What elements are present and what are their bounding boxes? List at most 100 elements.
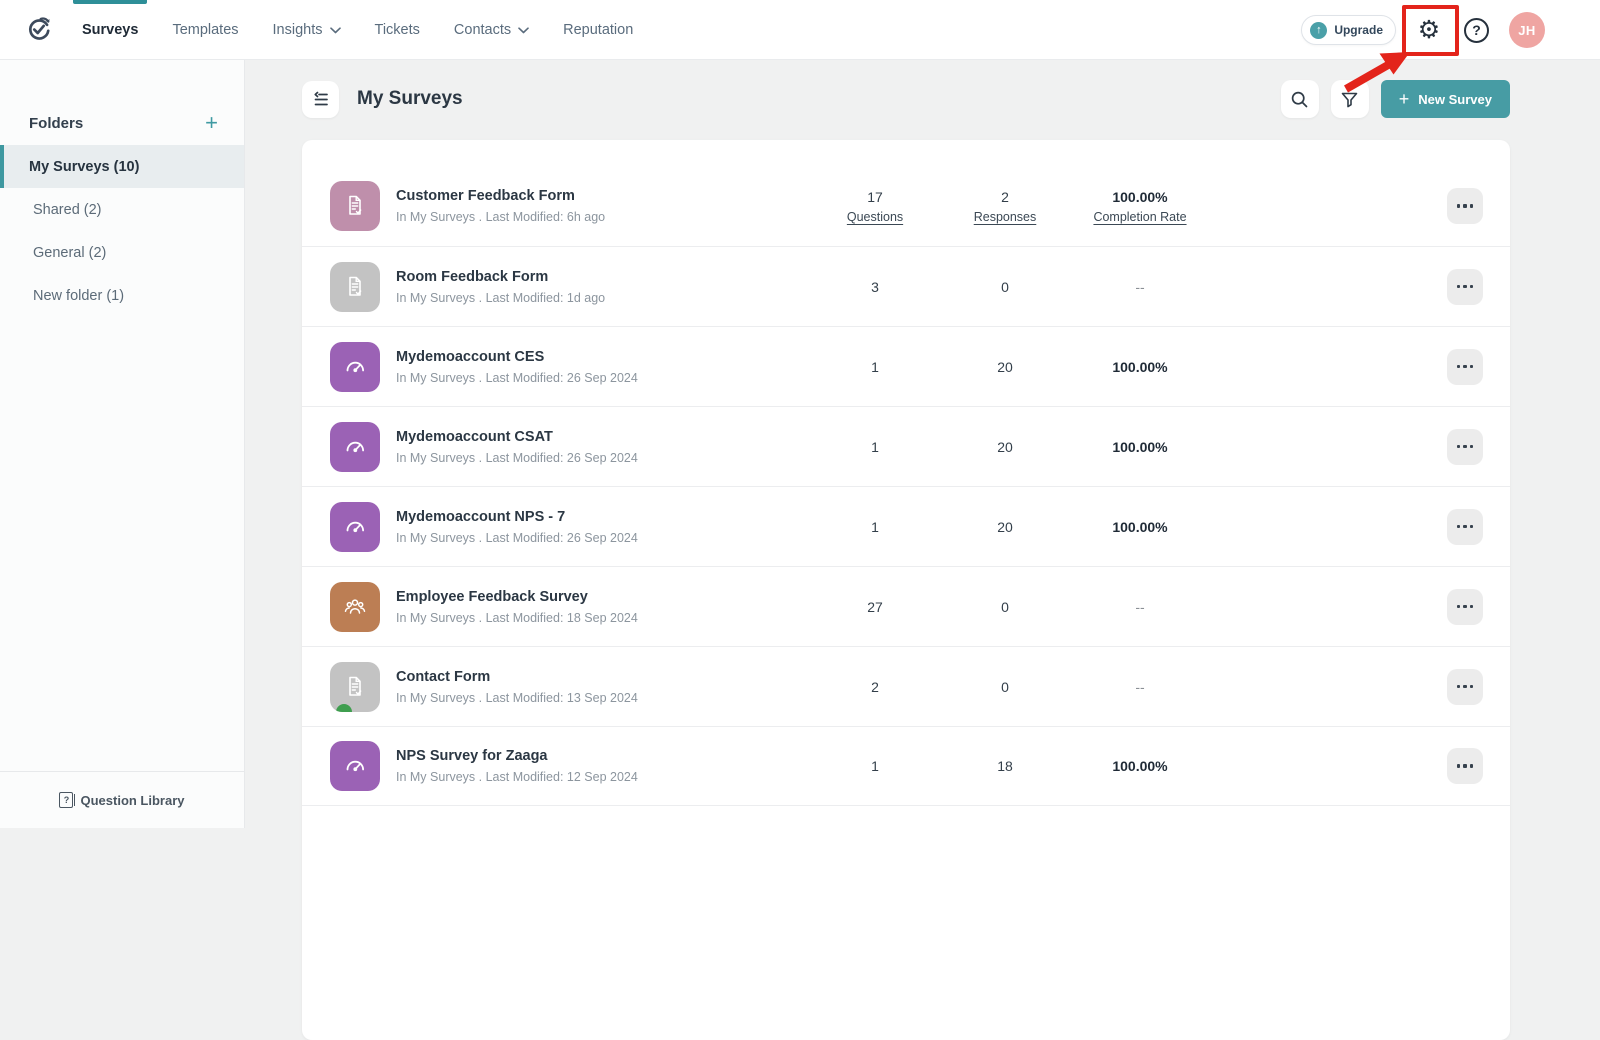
tab-contacts[interactable]: Contacts	[454, 0, 529, 59]
tab-surveys[interactable]: Surveys	[82, 0, 138, 59]
collapse-sidebar-button[interactable]	[302, 81, 339, 118]
completion-stat: 100.00%	[1070, 519, 1210, 535]
sidebar-folder-item[interactable]: My Surveys (10)	[0, 145, 244, 188]
help-icon[interactable]: ?	[1464, 18, 1489, 43]
survey-info[interactable]: Mydemoaccount CES In My Surveys . Last M…	[396, 349, 810, 385]
survey-type-tile[interactable]	[330, 582, 380, 632]
row-menu-button[interactable]	[1447, 669, 1483, 705]
survey-title: Contact Form	[396, 669, 810, 685]
row-menu-button[interactable]	[1447, 589, 1483, 625]
tab-reputation[interactable]: Reputation	[563, 0, 633, 59]
new-survey-button[interactable]: + New Survey	[1381, 80, 1510, 118]
survey-info[interactable]: NPS Survey for Zaaga In My Surveys . Las…	[396, 748, 810, 784]
question-library-button[interactable]: ? Question Library	[0, 771, 244, 828]
row-menu-button[interactable]	[1447, 349, 1483, 385]
survey-info[interactable]: Contact Form In My Surveys . Last Modifi…	[396, 669, 810, 705]
completion-rate-value: 100.00%	[1070, 519, 1210, 535]
survey-title: Mydemoaccount CES	[396, 349, 810, 365]
questions-count: 2	[810, 679, 940, 695]
tab-label: Templates	[172, 22, 238, 38]
chevron-down-icon	[518, 27, 529, 34]
questions-count: 3	[810, 279, 940, 295]
page-header: My Surveys + New Survey	[302, 78, 1510, 120]
questions-label[interactable]: Questions	[810, 210, 940, 224]
upgrade-label: Upgrade	[1334, 23, 1383, 37]
survey-row[interactable]: Mydemoaccount CSAT In My Surveys . Last …	[302, 406, 1510, 486]
survey-row[interactable]: Mydemoaccount CES In My Surveys . Last M…	[302, 326, 1510, 406]
row-menu-button[interactable]	[1447, 269, 1483, 305]
survey-row[interactable]: Mydemoaccount NPS - 7 In My Surveys . La…	[302, 486, 1510, 566]
question-library-book-icon: ?	[59, 792, 73, 808]
survey-info[interactable]: Employee Feedback Survey In My Surveys .…	[396, 589, 810, 625]
folders-title: Folders	[29, 115, 83, 132]
row-menu-button[interactable]	[1447, 509, 1483, 545]
chevron-down-icon	[330, 27, 341, 34]
sidebar-folder-item[interactable]: Shared (2)	[0, 188, 244, 231]
row-menu-button[interactable]	[1447, 748, 1483, 784]
questions-stat: 1	[810, 359, 940, 375]
question-library-label: Question Library	[80, 793, 184, 808]
completion-stat: 100.00%	[1070, 439, 1210, 455]
document-check-icon	[342, 274, 368, 300]
filter-icon	[1340, 90, 1359, 109]
tab-insights[interactable]: Insights	[273, 0, 341, 59]
survey-type-tile[interactable]	[330, 181, 380, 231]
survey-subtitle: In My Surveys . Last Modified: 26 Sep 20…	[396, 451, 810, 465]
user-avatar[interactable]: JH	[1509, 12, 1545, 48]
filter-button[interactable]	[1331, 80, 1369, 118]
survey-subtitle: In My Surveys . Last Modified: 6h ago	[396, 210, 810, 224]
add-folder-icon[interactable]: +	[205, 112, 218, 134]
ellipsis-icon	[1457, 204, 1461, 208]
completion-stat: 100.00%	[1070, 359, 1210, 375]
search-button[interactable]	[1281, 80, 1319, 118]
completion-stat: --	[1070, 679, 1210, 695]
upgrade-button[interactable]: ↑ Upgrade	[1301, 15, 1396, 45]
row-menu-button[interactable]	[1447, 429, 1483, 465]
survey-subtitle: In My Surveys . Last Modified: 1d ago	[396, 291, 810, 305]
responses-label[interactable]: Responses	[940, 210, 1070, 224]
sidebar-folder-label: General (2)	[33, 245, 106, 261]
app-logo-icon[interactable]	[24, 15, 54, 45]
survey-info[interactable]: Room Feedback Form In My Surveys . Last …	[396, 269, 810, 305]
survey-row[interactable]: Customer Feedback Form In My Surveys . L…	[302, 166, 1510, 246]
tab-templates[interactable]: Templates	[172, 0, 238, 59]
ellipsis-icon	[1457, 525, 1461, 529]
survey-subtitle: In My Surveys . Last Modified: 12 Sep 20…	[396, 770, 810, 784]
survey-info[interactable]: Customer Feedback Form In My Surveys . L…	[396, 188, 810, 224]
survey-row[interactable]: Contact Form In My Surveys . Last Modifi…	[302, 646, 1510, 726]
tab-label: Insights	[273, 22, 323, 38]
questions-stat: 17 Questions	[810, 189, 940, 224]
settings-gear-icon[interactable]: ⚙	[1418, 18, 1440, 43]
survey-type-tile[interactable]	[330, 422, 380, 472]
responses-count: 18	[940, 758, 1070, 774]
green-status-badge	[336, 704, 352, 712]
sidebar-folder-item[interactable]: General (2)	[0, 231, 244, 274]
survey-type-tile[interactable]	[330, 342, 380, 392]
survey-row[interactable]: NPS Survey for Zaaga In My Surveys . Las…	[302, 726, 1510, 806]
top-nav: Surveys Templates Insights Tickets Contacts R…	[0, 0, 1600, 60]
questions-count: 1	[810, 359, 940, 375]
plus-icon: +	[1399, 90, 1410, 108]
survey-list-card: Customer Feedback Form In My Surveys . L…	[302, 140, 1510, 1040]
completion-rate-label[interactable]: Completion Rate	[1070, 210, 1210, 224]
sidebar-folder-item[interactable]: New folder (1)	[0, 274, 244, 317]
survey-type-tile[interactable]	[330, 262, 380, 312]
sidebar-folder-label: My Surveys (10)	[29, 159, 139, 175]
survey-type-tile[interactable]	[330, 662, 380, 712]
questions-stat: 1	[810, 758, 940, 774]
completion-rate-value: 100.00%	[1070, 189, 1210, 205]
survey-type-tile[interactable]	[330, 741, 380, 791]
row-menu-button[interactable]	[1447, 188, 1483, 224]
tab-label: Tickets	[375, 22, 420, 38]
survey-info[interactable]: Mydemoaccount NPS - 7 In My Surveys . La…	[396, 509, 810, 545]
survey-title: Customer Feedback Form	[396, 188, 810, 204]
survey-info[interactable]: Mydemoaccount CSAT In My Surveys . Last …	[396, 429, 810, 465]
survey-row[interactable]: Employee Feedback Survey In My Surveys .…	[302, 566, 1510, 646]
survey-row[interactable]: Room Feedback Form In My Surveys . Last …	[302, 246, 1510, 326]
survey-subtitle: In My Surveys . Last Modified: 26 Sep 20…	[396, 371, 810, 385]
survey-type-tile[interactable]	[330, 502, 380, 552]
completion-rate-value: 100.00%	[1070, 439, 1210, 455]
tab-tickets[interactable]: Tickets	[375, 0, 420, 59]
gauge-icon	[341, 513, 369, 541]
ellipsis-icon	[1457, 605, 1461, 609]
